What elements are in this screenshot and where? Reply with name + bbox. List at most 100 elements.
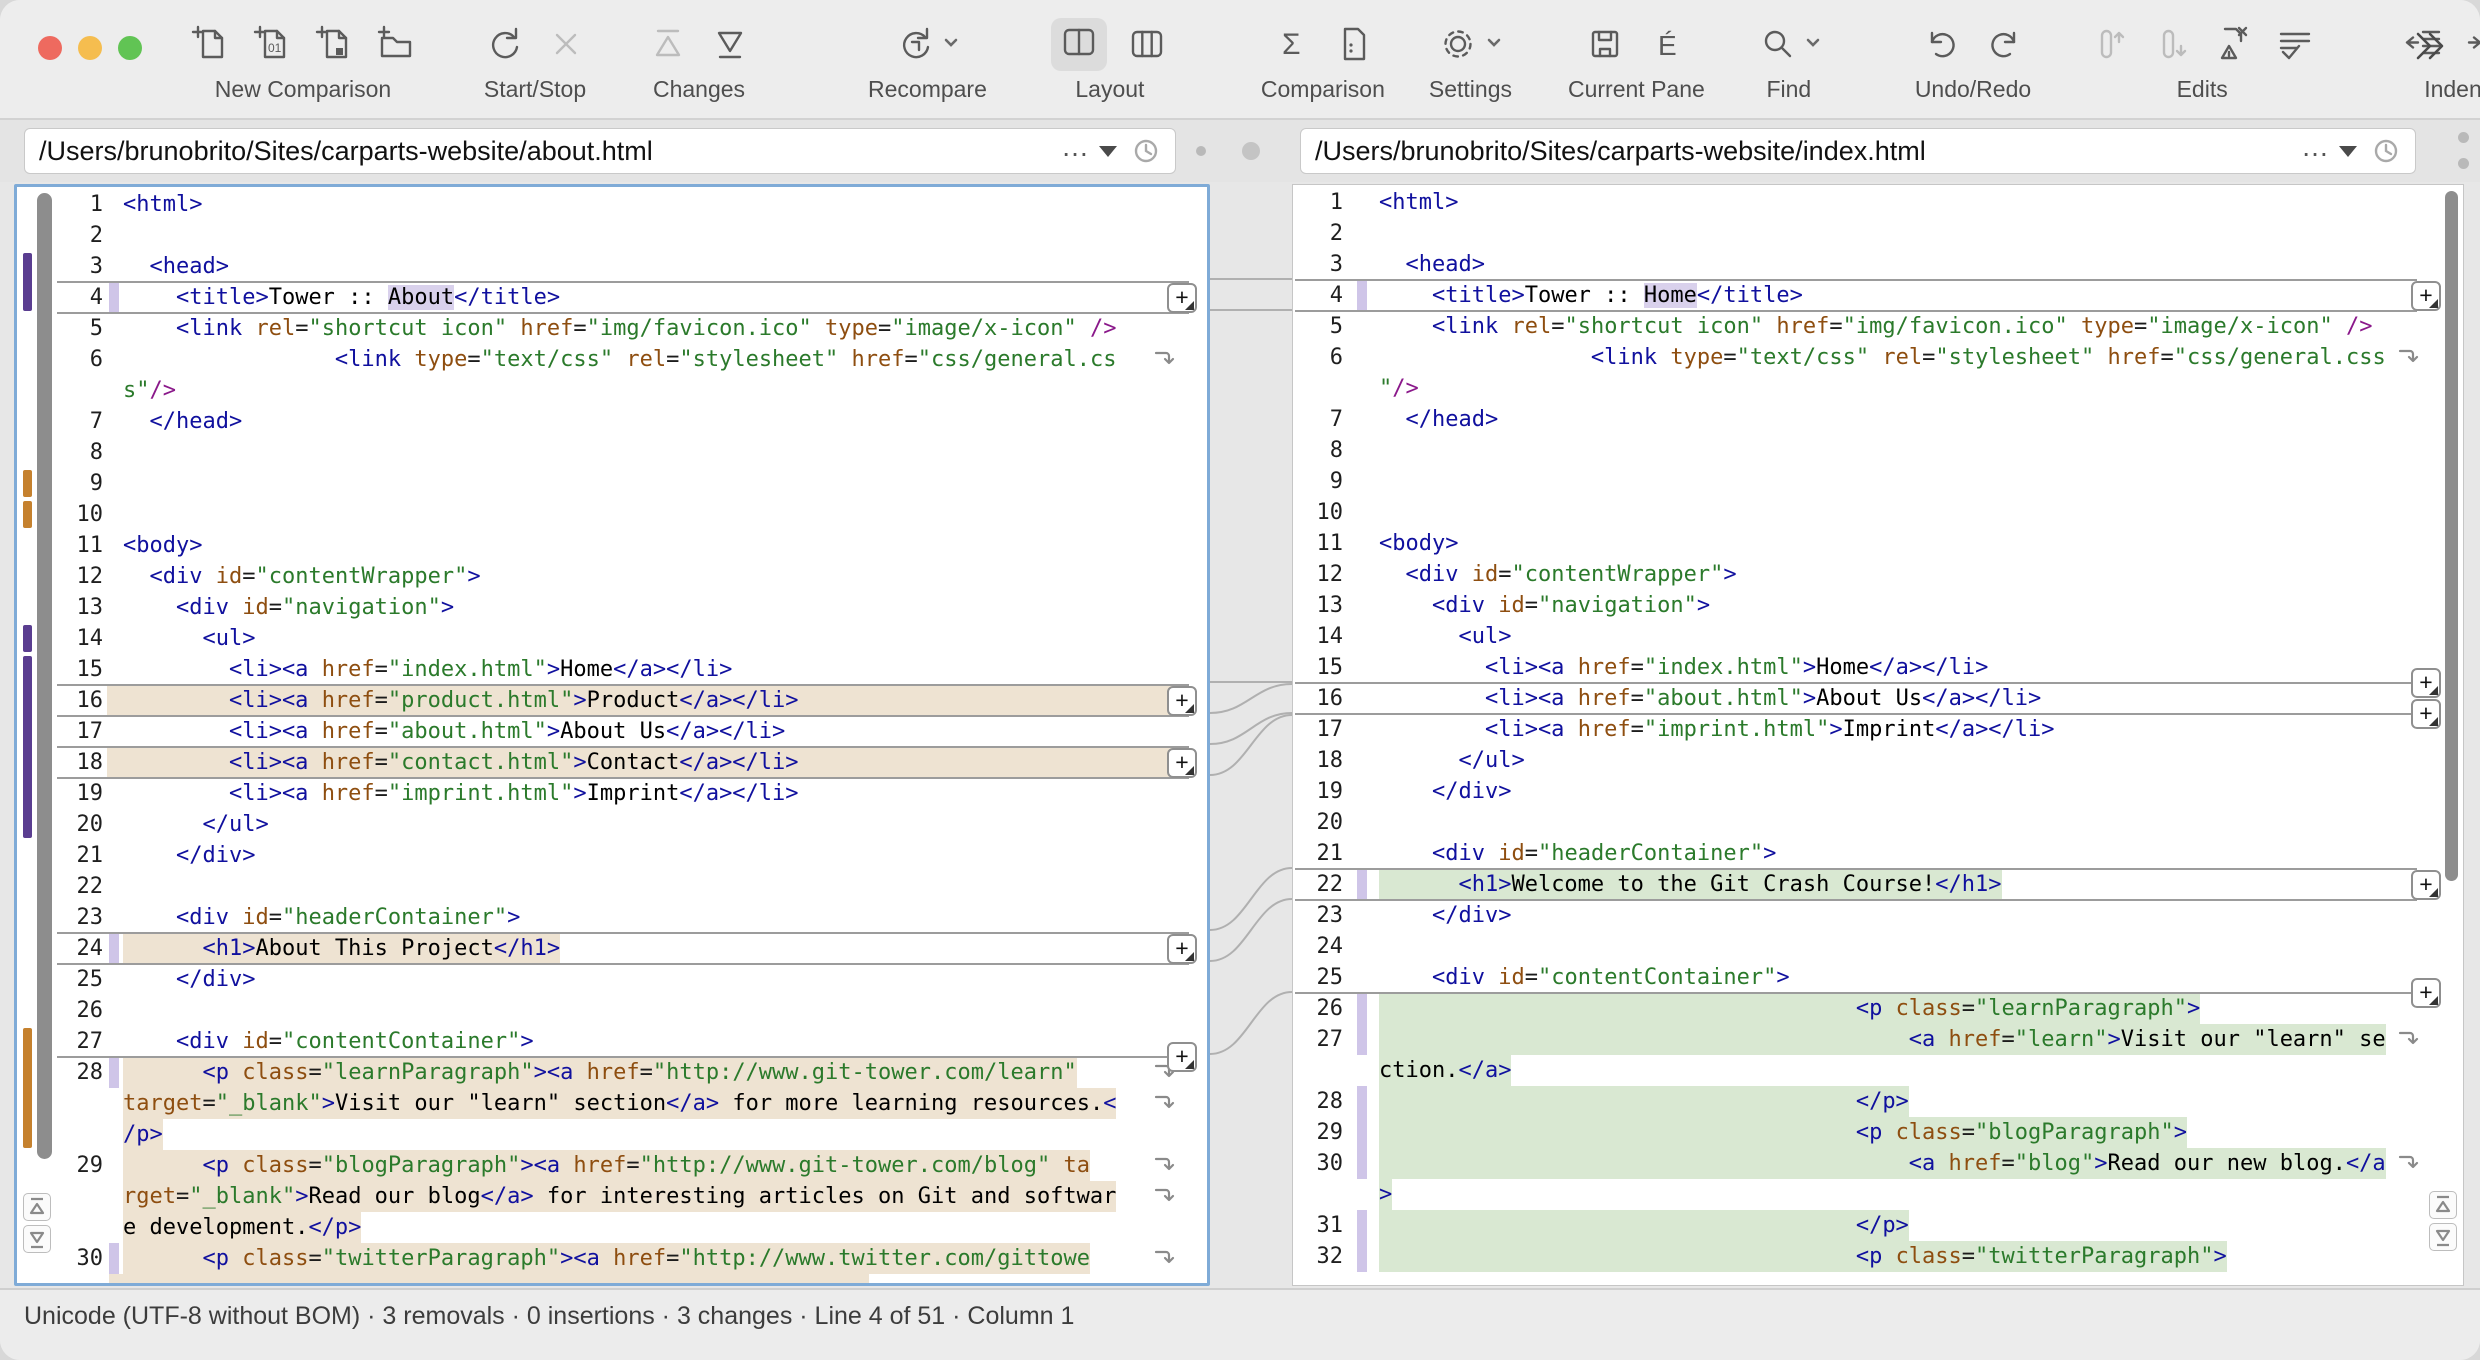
code-row-line-24[interactable]: 24 <h1>About This Project</h1> [17, 933, 1207, 964]
code-row-line-10[interactable]: 10 [1293, 497, 2463, 528]
code-row-line-22[interactable]: 22 [17, 871, 1207, 902]
stop-button[interactable] [544, 22, 588, 66]
right-code-pane[interactable]: 1<html>23 <head>4 <title>Tower :: Home</… [1292, 184, 2464, 1286]
code-row-line-6[interactable]: 6 <link type="text/css" rel="stylesheet"… [1293, 342, 2463, 373]
merge-change-button[interactable]: + [1167, 283, 1197, 313]
scrollbar-thumb[interactable] [37, 193, 52, 1159]
code-row-line-16[interactable]: 16 <li><a href="product.html">Product</a… [17, 685, 1207, 716]
encoding-button[interactable]: É [1645, 22, 1689, 66]
settings-button[interactable] [1436, 22, 1504, 66]
right-path-history-icon[interactable] [2371, 136, 2401, 166]
scrollbar-thumb[interactable] [2445, 191, 2458, 881]
code-row-line-6[interactable]: "/> [1293, 373, 2463, 404]
code-row-line-30[interactable]: 30 <a href="blog">Read our new blog.</a [1293, 1148, 2463, 1179]
previous-change-button[interactable] [646, 22, 690, 66]
code-row-line-15[interactable]: 15 <li><a href="index.html">Home</a></li… [1293, 652, 2463, 683]
comparison-info-button[interactable] [1332, 22, 1376, 66]
three-pane-layout-button[interactable] [1125, 22, 1169, 66]
code-row-line-27[interactable]: 27 <div id="contentContainer"> [17, 1026, 1207, 1057]
merge-deletion-button[interactable]: + [2411, 699, 2441, 729]
merge-change-button[interactable]: + [2411, 978, 2441, 1008]
merge-change-button[interactable]: + [1167, 686, 1197, 716]
undo-button[interactable] [1920, 22, 1964, 66]
code-row-line-11[interactable]: 11<body> [1293, 528, 2463, 559]
code-row-line-30[interactable]: > [1293, 1179, 2463, 1210]
code-row-line-4[interactable]: 4 <title>Tower :: Home</title> [1293, 280, 2463, 311]
code-row-line-5[interactable]: 5 <link rel="shortcut icon" href="img/fa… [1293, 311, 2463, 342]
merge-deletion-button[interactable]: + [2411, 668, 2441, 698]
code-row-line-25[interactable]: 25 <div id="contentContainer"> [1293, 962, 2463, 993]
code-row-line-14[interactable]: 14 <ul> [17, 623, 1207, 654]
code-row-line-6[interactable]: s"/> [17, 375, 1207, 406]
code-row-line-29[interactable]: 29 <p class="blogParagraph"> [1293, 1117, 2463, 1148]
code-row-line-9[interactable]: 9 [1293, 466, 2463, 497]
minimize-window-button[interactable] [78, 36, 102, 60]
find-button[interactable] [1755, 22, 1823, 66]
code-row-line-23[interactable]: 23 <div id="headerContainer"> [17, 902, 1207, 933]
code-row-line-8[interactable]: 8 [1293, 435, 2463, 466]
indent-button[interactable] [2465, 22, 2480, 66]
new-folder-comparison-button[interactable] [374, 22, 418, 66]
code-row-line-23[interactable]: 23 </div> [1293, 900, 2463, 931]
left-path-history-icon[interactable] [1131, 136, 1161, 166]
code-row-line-32[interactable]: 32 <p class="twitterParagraph"> [1293, 1241, 2463, 1272]
code-row-line-4[interactable]: 4 <title>Tower :: About</title> [17, 282, 1207, 313]
merge-change-button[interactable]: + [2411, 281, 2441, 311]
scroll-bottom-button[interactable] [23, 1225, 51, 1253]
new-file-comparison-button[interactable] [188, 22, 232, 66]
review-edits-button[interactable] [2273, 22, 2317, 66]
code-row-line-17[interactable]: 17 <li><a href="imprint.html">Imprint</a… [1293, 714, 2463, 745]
code-row-line-16[interactable]: 16 <li><a href="about.html">About Us</a>… [1293, 683, 2463, 714]
code-row-line-20[interactable]: 20 [1293, 807, 2463, 838]
code-row-line-1[interactable]: 1<html> [17, 189, 1207, 220]
right-path-dropdown-icon[interactable] [2339, 146, 2357, 157]
code-row-line-22[interactable]: 22 <h1>Welcome to the Git Crash Course!<… [1293, 869, 2463, 900]
code-row-line-12[interactable]: 12 <div id="contentWrapper"> [17, 561, 1207, 592]
merge-change-button[interactable]: + [1167, 748, 1197, 778]
code-row-line-24[interactable]: 24 [1293, 931, 2463, 962]
two-pane-layout-button[interactable] [1051, 18, 1107, 71]
comparison-summary-button[interactable]: Σ [1270, 22, 1314, 66]
code-row-line-5[interactable]: 5 <link rel="shortcut icon" href="img/fa… [17, 313, 1207, 344]
code-row-line-20[interactable]: 20 </ul> [17, 809, 1207, 840]
code-row-line-8[interactable]: 8 [17, 437, 1207, 468]
start-button[interactable] [482, 22, 526, 66]
code-row-line-3[interactable]: 3 <head> [17, 251, 1207, 282]
code-row-line-13[interactable]: 13 <div id="navigation"> [17, 592, 1207, 623]
code-row-line-26[interactable]: 26 <p class="learnParagraph"> [1293, 993, 2463, 1024]
recompare-button[interactable] [893, 22, 961, 66]
code-row-line-7[interactable]: 7 </head> [17, 406, 1207, 437]
code-row-line-29[interactable]: e development.</p> [17, 1212, 1207, 1243]
code-row-line-25[interactable]: 25 </div> [17, 964, 1207, 995]
code-row-line-14[interactable]: 14 <ul> [1293, 621, 2463, 652]
code-row-line-1[interactable]: 1<html> [1293, 187, 2463, 218]
code-row-line-10[interactable]: 10 [17, 499, 1207, 530]
code-row-line-21[interactable]: 21 <div id="headerContainer"> [1293, 838, 2463, 869]
code-row-line-9[interactable]: 9 [17, 468, 1207, 499]
code-row-line-2[interactable]: 2 [17, 220, 1207, 251]
code-row-line-29[interactable]: 29 <p class="blogParagraph"><a href="htt… [17, 1150, 1207, 1181]
redo-button[interactable] [1982, 22, 2026, 66]
code-row-line-30[interactable]: 30 <p class="twitterParagraph"><a href="… [17, 1243, 1207, 1274]
right-path-more-button[interactable]: … [2301, 131, 2329, 163]
code-row-line-13[interactable]: 13 <div id="navigation"> [1293, 590, 2463, 621]
swap-files-button[interactable] [1242, 142, 1260, 160]
code-row-line-3[interactable]: 3 <head> [1293, 249, 2463, 280]
code-row-line-2[interactable]: 2 [1293, 218, 2463, 249]
left-path-more-button[interactable]: … [1061, 131, 1089, 163]
scroll-top-button[interactable] [2429, 1191, 2457, 1219]
code-row-line-28[interactable]: /p> [17, 1119, 1207, 1150]
code-row-line-29[interactable]: rget="_blank">Read our blog</a> for inte… [17, 1181, 1207, 1212]
code-row-line-18[interactable]: 18 </ul> [1293, 745, 2463, 776]
code-row-line-19[interactable]: 19 </div> [1293, 776, 2463, 807]
merge-change-button[interactable]: + [1167, 1042, 1197, 1072]
next-change-button[interactable] [708, 22, 752, 66]
code-row-line-26[interactable]: 26 [17, 995, 1207, 1026]
scroll-top-button[interactable] [23, 1193, 51, 1221]
left-path-dropdown-icon[interactable] [1099, 146, 1117, 157]
left-code-pane[interactable]: 1<html>23 <head>4 <title>Tower :: About<… [14, 184, 1210, 1286]
merge-change-button[interactable]: + [1167, 934, 1197, 964]
code-row-line-21[interactable]: 21 </div> [17, 840, 1207, 871]
code-row-line-28[interactable]: 28 <p class="learnParagraph"><a href="ht… [17, 1057, 1207, 1088]
zoom-window-button[interactable] [118, 36, 142, 60]
